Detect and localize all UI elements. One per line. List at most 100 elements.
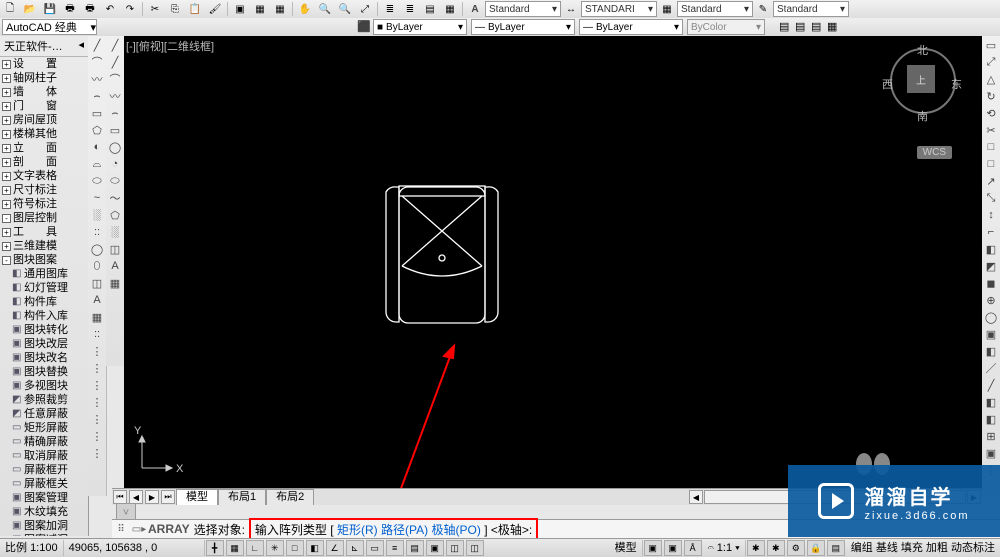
tree-item[interactable]: ▣图案加洞 — [0, 519, 88, 533]
expand-icon[interactable]: + — [2, 200, 11, 209]
cmd-input[interactable] — [542, 521, 586, 537]
modify-tool-19-icon[interactable]: ／ — [983, 360, 999, 376]
status-right-text[interactable]: 编组 基线 填充 加粗 动态标注 — [846, 540, 1000, 556]
expand-icon[interactable]: + — [2, 158, 11, 167]
status-sc-icon[interactable]: ◫ — [446, 540, 464, 556]
cmd-opt-polar[interactable]: 极轴(PO) — [431, 523, 480, 537]
tree-item[interactable]: ▭取消屏蔽 — [0, 449, 88, 463]
draw1-tool-18-icon[interactable]: ⋮ — [89, 343, 105, 359]
workspace-combo[interactable]: AutoCAD 经典▾ — [2, 19, 97, 35]
draw1-tool-12-icon[interactable]: ◯ — [89, 241, 105, 257]
refother-icon[interactable]: ▦ — [827, 20, 843, 34]
tab-nav-first-icon[interactable]: ⏮ — [113, 490, 127, 504]
modify-tool-7-icon[interactable]: □ — [983, 156, 999, 172]
color-swatch-icon[interactable]: ⬛ — [357, 20, 373, 34]
status-quickview2-icon[interactable]: ▣ — [664, 540, 682, 556]
draw2-tool-5-icon[interactable]: ▭ — [107, 122, 123, 138]
status-polar-icon[interactable]: ✳ — [266, 540, 284, 556]
status-tpy-icon[interactable]: ▤ — [406, 540, 424, 556]
modify-tool-6-icon[interactable]: □ — [983, 139, 999, 155]
tree-item[interactable]: +符号标注 — [0, 197, 88, 211]
new-icon[interactable]: 🗋 — [1, 0, 19, 18]
draw1-tool-19-icon[interactable]: ⋮ — [89, 360, 105, 376]
dimstyle-icon[interactable]: ↔ — [562, 0, 580, 18]
expand-icon[interactable]: + — [2, 242, 11, 251]
draw1-tool-11-icon[interactable]: :: — [89, 224, 105, 240]
dimstyle-combo[interactable]: STANDARI▾ — [581, 1, 657, 17]
tablestyle-icon[interactable]: ▦ — [658, 0, 676, 18]
draw1-tool-23-icon[interactable]: ⋮ — [89, 428, 105, 444]
match-icon[interactable]: 🖌 — [206, 0, 224, 18]
open-icon[interactable]: 📂 — [21, 0, 39, 18]
expand-icon[interactable]: + — [2, 186, 11, 195]
expand-icon[interactable]: + — [2, 172, 11, 181]
viewcube-face[interactable]: 上 — [907, 65, 935, 93]
tree-item[interactable]: +轴网柱子 — [0, 71, 88, 85]
modify-tool-23-icon[interactable]: ⊞ — [983, 428, 999, 444]
draw2-tool-9-icon[interactable]: ～ — [107, 190, 123, 206]
tree-item[interactable]: ▣图块替换 — [0, 365, 88, 379]
draw2-tool-6-icon[interactable]: ◯ — [107, 139, 123, 155]
expand-icon[interactable]: + — [2, 130, 11, 139]
tree-item[interactable]: ▣图块转化 — [0, 323, 88, 337]
tree-item[interactable]: ▭屏蔽框关 — [0, 477, 88, 491]
draw1-tool-3-icon[interactable]: ⌢ — [89, 88, 105, 104]
expand-icon[interactable]: + — [2, 88, 11, 97]
tree-item[interactable]: -图层控制 — [0, 211, 88, 225]
draw1-tool-2-icon[interactable]: 〰 — [89, 71, 105, 87]
tree-item[interactable]: ◧幻灯管理 — [0, 281, 88, 295]
paste-icon[interactable]: 📋 — [186, 0, 204, 18]
tree-item[interactable]: ▣图案管理 — [0, 491, 88, 505]
tab-nav-last-icon[interactable]: ⏭ — [161, 490, 175, 504]
draw2-tool-12-icon[interactable]: ◫ — [107, 241, 123, 257]
draw1-tool-6-icon[interactable]: ◐ — [89, 139, 105, 155]
cmd-opt-path[interactable]: 路径(PA) — [381, 523, 428, 537]
status-annoscale-value[interactable]: 𝄐 1:1 ▾ — [703, 540, 746, 556]
status-3dosnap-icon[interactable]: ◧ — [306, 540, 324, 556]
cmdline-grip-icon[interactable]: ⠿ — [112, 521, 130, 537]
model-viewport[interactable]: [-][俯视][二维线框] X Y — [124, 36, 982, 502]
draw2-tool-4-icon[interactable]: ⌢ — [107, 105, 123, 121]
status-quickview-icon[interactable]: ▣ — [644, 540, 662, 556]
redo-icon[interactable]: ↷ — [121, 0, 139, 18]
draw2-tool-13-icon[interactable]: A — [107, 258, 123, 274]
status-model[interactable]: 模型 — [610, 540, 643, 556]
expand-icon[interactable]: + — [2, 74, 11, 83]
status-snap-icon[interactable]: ╋ — [206, 540, 224, 556]
draw1-tool-16-icon[interactable]: ▦ — [89, 309, 105, 325]
draw1-tool-24-icon[interactable]: ⋮ — [89, 445, 105, 461]
modify-tool-18-icon[interactable]: ◧ — [983, 343, 999, 359]
tree-item[interactable]: ◧构件入库 — [0, 309, 88, 323]
draw1-tool-15-icon[interactable]: A — [89, 292, 105, 308]
lineweight-combo[interactable]: — ByLayer▾ — [579, 19, 683, 35]
status-osnap-icon[interactable]: □ — [286, 540, 304, 556]
copy-icon[interactable]: ⎘ — [166, 0, 184, 18]
draw1-tool-10-icon[interactable]: ░ — [89, 207, 105, 223]
modify-tool-5-icon[interactable]: ✂ — [983, 122, 999, 138]
draw1-tool-20-icon[interactable]: ⋮ — [89, 377, 105, 393]
draw2-tool-3-icon[interactable]: 〰 — [107, 88, 123, 104]
tree-item[interactable]: ◩任意屏蔽 — [0, 407, 88, 421]
status-ws-icon[interactable]: ⚙ — [787, 540, 805, 556]
modify-tool-8-icon[interactable]: ↗ — [983, 173, 999, 189]
expand-icon[interactable]: + — [2, 102, 11, 111]
calc-icon[interactable]: ▦ — [441, 0, 459, 18]
modify-tool-4-icon[interactable]: ⟲ — [983, 105, 999, 121]
tree-item[interactable]: +工 具 — [0, 225, 88, 239]
tree-item[interactable]: ▭矩形屏蔽 — [0, 421, 88, 435]
group-icon[interactable]: ▦ — [251, 0, 269, 18]
modify-tool-15-icon[interactable]: ⊕ — [983, 292, 999, 308]
draw2-tool-11-icon[interactable]: ░ — [107, 224, 123, 240]
status-scale[interactable]: 比例 1:100 — [0, 540, 64, 556]
mleader-icon[interactable]: ✎ — [754, 0, 772, 18]
modify-tool-21-icon[interactable]: ◧ — [983, 394, 999, 410]
tree-item[interactable]: +尺寸标注 — [0, 183, 88, 197]
draw1-tool-1-icon[interactable]: ⌒ — [89, 54, 105, 70]
tablestyle-combo[interactable]: Standard▾ — [677, 1, 753, 17]
layer-color-combo[interactable]: ■ ByLayer▾ — [373, 19, 467, 35]
tree-item[interactable]: -图块图案 — [0, 253, 88, 267]
tree-item[interactable]: +墙 体 — [0, 85, 88, 99]
block-icon[interactable]: ▣ — [231, 0, 249, 18]
refclip-icon[interactable]: ▤ — [811, 20, 827, 34]
draw1-tool-14-icon[interactable]: ◫ — [89, 275, 105, 291]
